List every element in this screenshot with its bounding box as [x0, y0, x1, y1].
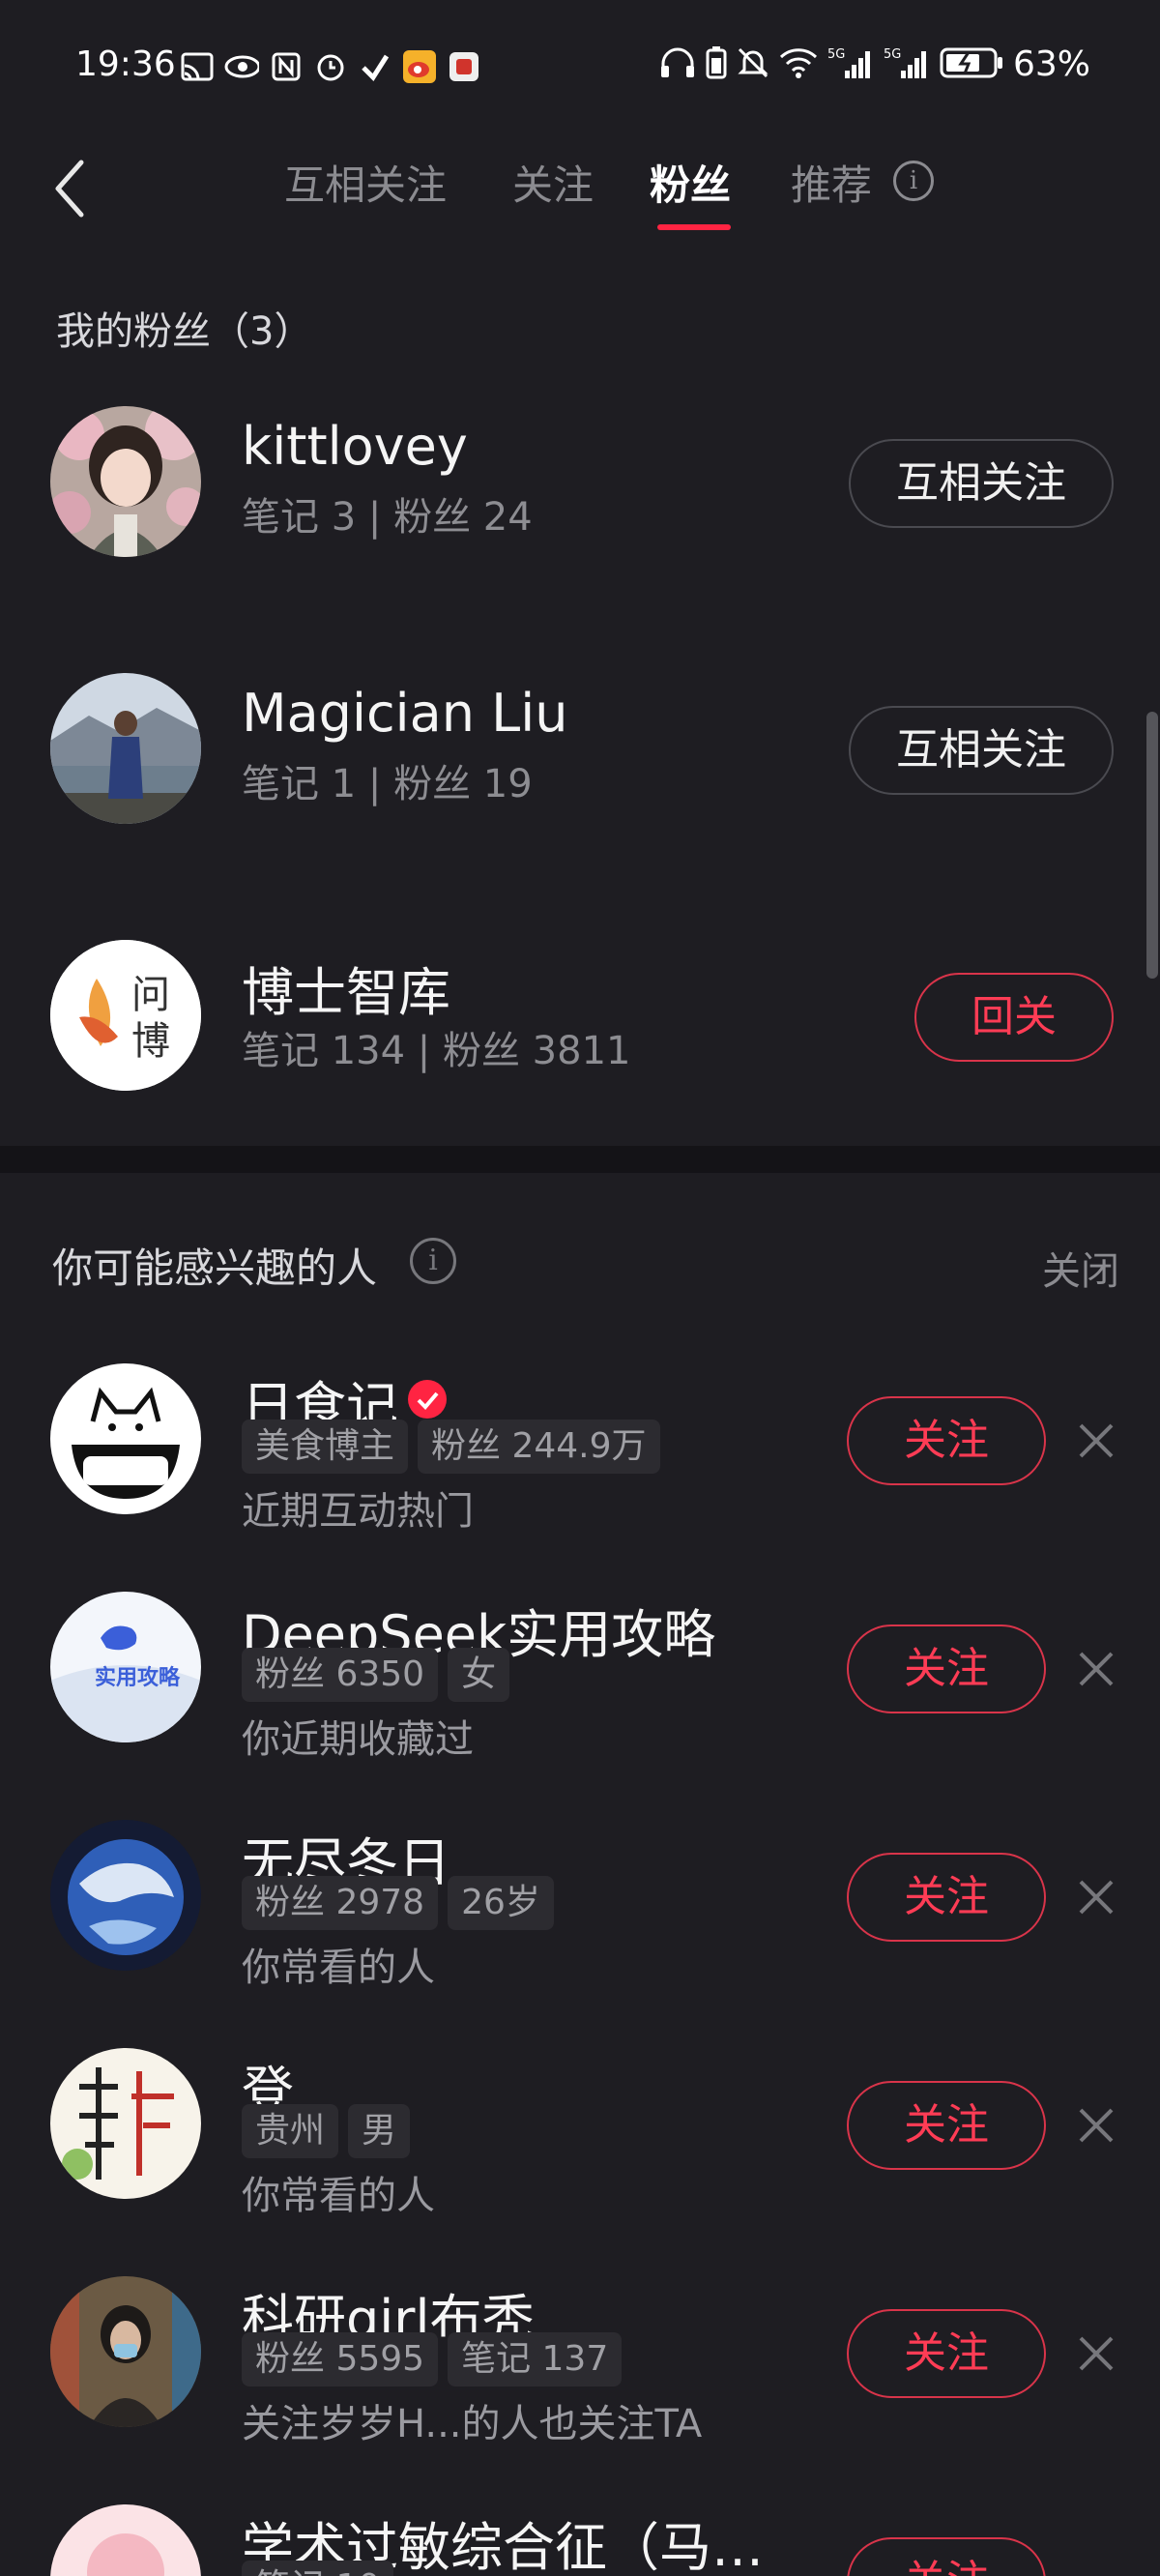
tag: 美食博主 — [242, 1420, 409, 1474]
fan-stats: 笔记 1 | 粉丝 19 — [242, 762, 533, 806]
recommend-row[interactable]: 登 贵州 男 你常看的人 关注 — [0, 2048, 1160, 2218]
tag: 笔记 10 — [242, 2561, 394, 2576]
recommend-tags: 笔记 10 — [242, 2561, 394, 2576]
avatar[interactable] — [50, 406, 201, 557]
avatar[interactable]: 问 博 — [50, 940, 201, 1091]
tag: 26岁 — [448, 1876, 554, 1930]
section-divider — [0, 1146, 1160, 1173]
recommend-row[interactable]: 科研girl布秃 粉丝 5595 笔记 137 关注岁岁H...的人也关注TA … — [0, 2276, 1160, 2446]
nfc-icon — [269, 50, 304, 83]
fan-row[interactable]: Magician Liu 笔记 1 | 粉丝 19 互相关注 — [0, 673, 1160, 828]
fan-row[interactable]: kittlovey 笔记 3 | 粉丝 24 互相关注 — [0, 406, 1160, 561]
signal-icon-1: 5G — [827, 45, 874, 84]
tag: 笔记 137 — [448, 2332, 623, 2386]
fans-section-title: 我的粉丝（3） — [56, 309, 313, 354]
fan-stats: 笔记 3 | 粉丝 24 — [242, 495, 533, 540]
recommend-tags: 粉丝 6350 女 — [242, 1648, 510, 1702]
status-left-icons — [180, 50, 481, 83]
network-label-2: 5G — [884, 47, 901, 62]
follow-button[interactable]: 关注 — [847, 1625, 1046, 1713]
dismiss-icon[interactable] — [1075, 1876, 1117, 1918]
app-badge-icon — [447, 50, 481, 83]
tab-recommend[interactable]: 推荐 — [791, 153, 872, 212]
recommend-reason: 近期互动热门 — [242, 1489, 474, 1534]
tag: 女 — [448, 1648, 510, 1702]
tag: 男 — [348, 2104, 411, 2158]
recommend-row[interactable]: 日食记 美食博主 粉丝 244.9万 近期互动热门 关注 — [0, 1363, 1160, 1534]
dismiss-icon[interactable] — [1075, 2332, 1117, 2375]
fan-name[interactable]: 博士智库 — [242, 950, 450, 1026]
dismiss-icon[interactable] — [1075, 2104, 1117, 2147]
recommend-title: 你可能感兴趣的人 — [52, 1244, 378, 1292]
tag: 粉丝 5595 — [242, 2332, 439, 2386]
mutual-follow-button[interactable]: 互相关注 — [849, 706, 1114, 795]
cast-icon — [180, 50, 215, 83]
mute-icon — [737, 46, 769, 83]
alarm-icon — [313, 50, 348, 83]
recommend-close-button[interactable]: 关闭 — [1042, 1240, 1119, 1296]
avatar[interactable] — [50, 2504, 201, 2576]
recommend-reason: 你常看的人 — [242, 1946, 435, 1990]
recommend-tags: 贵州 男 — [242, 2104, 411, 2158]
weibo-icon — [402, 50, 437, 83]
avatar[interactable]: 实用攻略 — [50, 1592, 201, 1742]
recommend-row[interactable]: 实用攻略 DeepSeek实用攻略 粉丝 6350 女 你近期收藏过 关注 — [0, 1592, 1160, 1762]
recommend-reason: 你常看的人 — [242, 2174, 435, 2218]
avatar[interactable] — [50, 1820, 201, 1971]
tab-fans[interactable]: 粉丝 — [650, 153, 731, 212]
recommend-reason: 关注岁岁H...的人也关注TA — [242, 2402, 703, 2446]
app-notify-icon — [358, 50, 392, 83]
battery-small-icon — [706, 45, 727, 83]
follow-button[interactable]: 关注 — [847, 2309, 1046, 2398]
status-bar: 19:36 5G 5G 63% — [0, 0, 1160, 126]
dismiss-icon[interactable] — [1075, 1420, 1117, 1462]
network-label-1: 5G — [827, 47, 845, 62]
info-icon[interactable]: i — [410, 1238, 456, 1284]
wifi-icon — [779, 47, 818, 82]
mutual-follow-button[interactable]: 互相关注 — [849, 439, 1114, 528]
avatar[interactable] — [50, 2276, 201, 2427]
scrollbar[interactable] — [1146, 712, 1158, 979]
tag: 粉丝 244.9万 — [418, 1420, 660, 1474]
tag: 贵州 — [242, 2104, 339, 2158]
fan-stats: 笔记 134 | 粉丝 3811 — [242, 1029, 631, 1073]
active-tab-indicator — [657, 224, 731, 230]
fan-row[interactable]: 问 博 博士智库 笔记 134 | 粉丝 3811 回关 — [0, 940, 1160, 1095]
tab-mutual[interactable]: 互相关注 — [284, 153, 447, 212]
follow-button[interactable]: 关注 — [847, 1396, 1046, 1485]
fan-name[interactable]: Magician Liu — [242, 683, 567, 744]
avatar[interactable] — [50, 2048, 201, 2199]
eye-icon — [224, 50, 259, 83]
status-time: 19:36 — [75, 44, 176, 84]
avatar-text: 实用攻略 — [95, 1665, 181, 1690]
status-right-icons: 5G 5G 63% — [659, 44, 1090, 84]
recommend-tags: 粉丝 5595 笔记 137 — [242, 2332, 623, 2386]
avatar-text-1: 问 — [131, 973, 170, 1017]
avatar[interactable] — [50, 1363, 201, 1514]
recommend-row[interactable]: 学术过敏综合征（马… 笔记 10 关注 — [0, 2504, 1160, 2576]
signal-icon-2: 5G — [884, 45, 930, 84]
tab-bar: 互相关注 关注 粉丝 推荐 — [0, 153, 1160, 240]
follow-button[interactable]: 关注 — [847, 2537, 1046, 2576]
battery-icon — [940, 46, 1003, 83]
avatar[interactable] — [50, 673, 201, 824]
follow-back-button[interactable]: 回关 — [914, 973, 1114, 1062]
fan-name[interactable]: kittlovey — [242, 416, 468, 477]
tag: 粉丝 2978 — [242, 1876, 439, 1930]
verified-badge-icon — [408, 1380, 447, 1419]
dismiss-icon[interactable] — [1075, 1648, 1117, 1690]
tab-following[interactable]: 关注 — [512, 153, 594, 212]
recommend-row[interactable]: 无尽冬日 粉丝 2978 26岁 你常看的人 关注 — [0, 1820, 1160, 1990]
info-icon[interactable]: i — [893, 161, 934, 201]
recommend-reason: 你近期收藏过 — [242, 1717, 474, 1762]
recommend-tags: 粉丝 2978 26岁 — [242, 1876, 554, 1930]
recommend-tags: 美食博主 粉丝 244.9万 — [242, 1420, 660, 1474]
avatar-text-2: 博 — [131, 1019, 170, 1064]
tag: 粉丝 6350 — [242, 1648, 439, 1702]
headphones-icon — [659, 46, 696, 83]
battery-percent: 63% — [1012, 44, 1090, 84]
follow-button[interactable]: 关注 — [847, 1853, 1046, 1942]
follow-button[interactable]: 关注 — [847, 2081, 1046, 2170]
